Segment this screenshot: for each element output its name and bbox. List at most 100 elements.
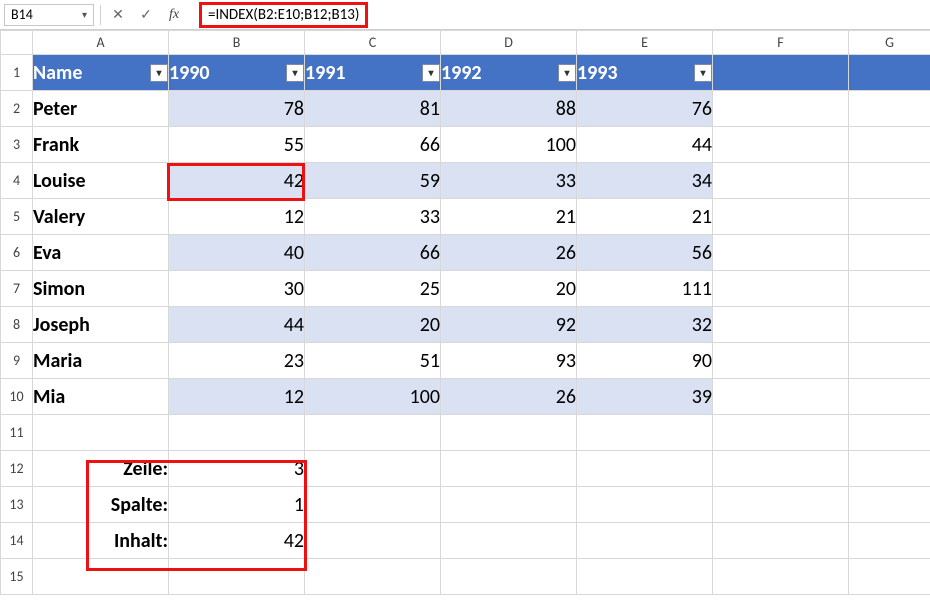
col-head-c[interactable]: C xyxy=(305,31,441,55)
row-head[interactable]: 6 xyxy=(1,235,33,271)
cell[interactable] xyxy=(713,379,849,415)
name-cell[interactable]: Eva xyxy=(33,235,169,271)
name-cell[interactable]: Peter xyxy=(33,91,169,127)
cell[interactable] xyxy=(849,307,930,343)
cell[interactable] xyxy=(441,523,577,559)
data-cell[interactable]: 12 xyxy=(169,379,305,415)
data-cell[interactable]: 21 xyxy=(441,199,577,235)
col-head-a[interactable]: A xyxy=(33,31,169,55)
row-head[interactable]: 15 xyxy=(1,559,33,595)
data-cell[interactable]: 66 xyxy=(305,127,441,163)
data-cell[interactable]: 42 xyxy=(169,163,305,199)
data-cell[interactable]: 20 xyxy=(305,307,441,343)
spalte-label-cell[interactable]: Spalte: xyxy=(33,487,169,523)
name-cell[interactable]: Simon xyxy=(33,271,169,307)
cell[interactable] xyxy=(849,163,930,199)
data-cell[interactable]: 33 xyxy=(305,199,441,235)
cell[interactable] xyxy=(169,415,305,451)
data-cell[interactable]: 56 xyxy=(577,235,713,271)
row-head[interactable]: 2 xyxy=(1,91,33,127)
cell[interactable] xyxy=(33,559,169,595)
cell[interactable] xyxy=(713,271,849,307)
header-year-1993[interactable]: 1993▾ xyxy=(577,55,713,91)
cell[interactable] xyxy=(849,55,930,91)
data-cell[interactable]: 44 xyxy=(169,307,305,343)
cell[interactable] xyxy=(849,235,930,271)
spalte-value-cell[interactable]: 1 xyxy=(169,487,305,523)
data-cell[interactable]: 40 xyxy=(169,235,305,271)
header-year-1990[interactable]: 1990▾ xyxy=(169,55,305,91)
row-head-1[interactable]: 1 xyxy=(1,55,33,91)
data-cell[interactable]: 81 xyxy=(305,91,441,127)
cell[interactable] xyxy=(441,451,577,487)
cell[interactable] xyxy=(849,415,930,451)
name-cell[interactable]: Mia xyxy=(33,379,169,415)
cell[interactable] xyxy=(849,91,930,127)
cell[interactable] xyxy=(849,559,930,595)
data-cell[interactable]: 55 xyxy=(169,127,305,163)
cell[interactable] xyxy=(713,55,849,91)
cell[interactable] xyxy=(33,415,169,451)
cell[interactable] xyxy=(713,127,849,163)
row-head[interactable]: 12 xyxy=(1,451,33,487)
cell[interactable] xyxy=(849,271,930,307)
worksheet[interactable]: A B C D E F G 1 Name▾ 1990▾ 1991▾ 1992▾ … xyxy=(0,30,930,595)
name-cell[interactable]: Valery xyxy=(33,199,169,235)
row-head[interactable]: 10 xyxy=(1,379,33,415)
col-head-g[interactable]: G xyxy=(849,31,930,55)
name-box[interactable]: B14 ▾ xyxy=(4,4,94,26)
row-head[interactable]: 13 xyxy=(1,487,33,523)
cell[interactable] xyxy=(849,487,930,523)
filter-button[interactable]: ▾ xyxy=(150,64,168,82)
cell[interactable] xyxy=(305,559,441,595)
cell[interactable] xyxy=(713,523,849,559)
cell[interactable] xyxy=(577,415,713,451)
row-head[interactable]: 7 xyxy=(1,271,33,307)
cell[interactable] xyxy=(577,487,713,523)
data-cell[interactable]: 21 xyxy=(577,199,713,235)
data-cell[interactable]: 90 xyxy=(577,343,713,379)
row-head[interactable]: 4 xyxy=(1,163,33,199)
cell[interactable] xyxy=(713,163,849,199)
data-cell[interactable]: 44 xyxy=(577,127,713,163)
col-head-d[interactable]: D xyxy=(441,31,577,55)
data-cell[interactable]: 66 xyxy=(305,235,441,271)
data-cell[interactable]: 30 xyxy=(169,271,305,307)
header-year-1991[interactable]: 1991▾ xyxy=(305,55,441,91)
cell[interactable] xyxy=(305,451,441,487)
data-cell[interactable]: 26 xyxy=(441,235,577,271)
cell[interactable] xyxy=(713,199,849,235)
header-year-1992[interactable]: 1992▾ xyxy=(441,55,577,91)
header-name-cell[interactable]: Name▾ xyxy=(33,55,169,91)
data-cell[interactable]: 34 xyxy=(577,163,713,199)
cell[interactable] xyxy=(713,559,849,595)
name-cell[interactable]: Frank xyxy=(33,127,169,163)
filter-button[interactable]: ▾ xyxy=(558,64,576,82)
cell[interactable] xyxy=(577,523,713,559)
cell[interactable] xyxy=(849,451,930,487)
filter-button[interactable]: ▾ xyxy=(286,64,304,82)
filter-button[interactable]: ▾ xyxy=(422,64,440,82)
data-cell[interactable]: 20 xyxy=(441,271,577,307)
data-cell[interactable]: 12 xyxy=(169,199,305,235)
row-head[interactable]: 11 xyxy=(1,415,33,451)
cell[interactable] xyxy=(713,451,849,487)
cell[interactable] xyxy=(849,199,930,235)
cell[interactable] xyxy=(577,451,713,487)
name-cell[interactable]: Louise xyxy=(33,163,169,199)
col-head-e[interactable]: E xyxy=(577,31,713,55)
cell[interactable] xyxy=(713,415,849,451)
insert-function-button[interactable]: fx xyxy=(163,4,185,26)
formula-input[interactable]: =INDEX(B2:E10;B12;B13) xyxy=(191,4,926,26)
cell[interactable] xyxy=(713,487,849,523)
zeile-value-cell[interactable]: 3 xyxy=(169,451,305,487)
select-all-corner[interactable] xyxy=(1,31,33,55)
cell[interactable] xyxy=(849,379,930,415)
data-cell[interactable]: 76 xyxy=(577,91,713,127)
data-cell[interactable]: 93 xyxy=(441,343,577,379)
data-cell[interactable]: 111 xyxy=(577,271,713,307)
row-head[interactable]: 14 xyxy=(1,523,33,559)
data-cell[interactable]: 32 xyxy=(577,307,713,343)
data-cell[interactable]: 92 xyxy=(441,307,577,343)
cell[interactable] xyxy=(713,343,849,379)
